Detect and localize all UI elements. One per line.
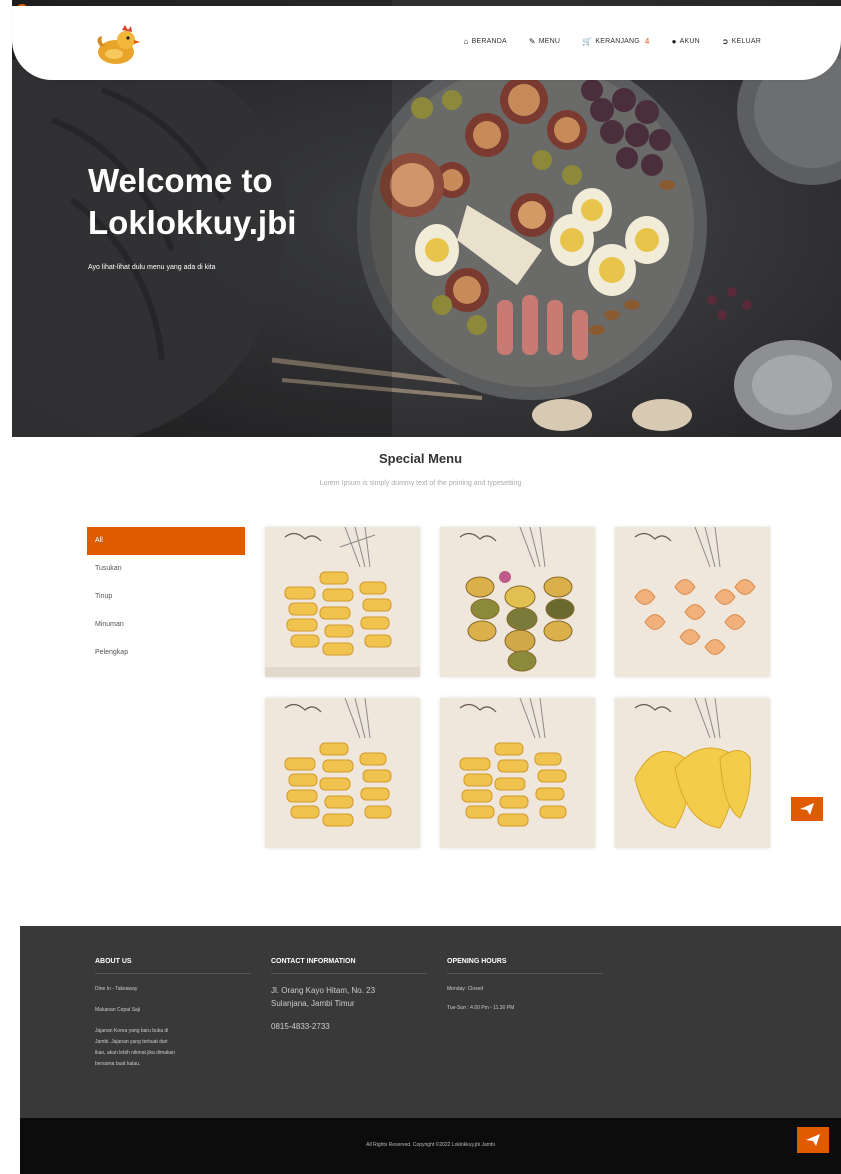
category-list: All Tusukan Tinup Minuman Pelengkap (87, 527, 245, 667)
cart-count-badge: 4 (644, 37, 650, 46)
category-all[interactable]: All (87, 527, 245, 555)
category-tinup[interactable]: Tinup (87, 583, 245, 611)
paper-plane-icon (800, 803, 814, 815)
nav-item-menu[interactable]: ✎ MENU (529, 37, 560, 46)
food-image (615, 527, 770, 677)
footer-contact-heading: CONTACT INFORMATION (271, 958, 427, 974)
footer: ABOUT US Dine In - Takeaway Makanan Cepa… (20, 926, 841, 1118)
hero-title-line1: Welcome to (88, 162, 273, 199)
footer-address: Jl. Orang Kayo Hitam, No. 23 (271, 986, 376, 995)
footer-about-line: bersama buat kalau. (95, 1061, 141, 1067)
pencil-icon: ✎ (528, 37, 536, 46)
footer-about: ABOUT US Dine In - Takeaway Makanan Cepa… (95, 958, 251, 1070)
footer-about-line: ikan, akan lebih nikmat jika dimakan (95, 1050, 176, 1056)
section-subtitle: Lorem Ipsum is simply dummy text of the … (319, 480, 522, 487)
footer-contact: CONTACT INFORMATION Jl. Orang Kayo Hitam… (271, 958, 427, 1033)
footer-hours-line: Monday: Closed (447, 986, 484, 992)
category-minuman[interactable]: Minuman (87, 611, 245, 639)
chicken-logo-icon[interactable] (92, 24, 142, 68)
menu-item-card[interactable] (615, 698, 770, 848)
food-image (265, 698, 420, 848)
send-message-button[interactable] (797, 1127, 829, 1153)
nav-label: BERANDA (471, 38, 507, 45)
menu-item-card[interactable] (265, 698, 420, 848)
user-icon: ● (671, 37, 677, 46)
menu-item-card[interactable] (265, 527, 420, 677)
copyright-text: All Rights Reserved. Copyright ©2022 Lok… (366, 1142, 495, 1148)
category-tusukan[interactable]: Tusukan (87, 555, 245, 583)
footer-hours-heading: OPENING HOURS (447, 958, 603, 974)
paper-plane-icon (806, 1134, 820, 1146)
footer-hours-line: Tue-Sun : 4.00 Pm - 11.30 PM (447, 1005, 515, 1011)
nav-item-akun[interactable]: ● AKUN (672, 37, 700, 46)
hero-title: Welcome to Loklokkuy.jbi (88, 160, 368, 244)
nav-label: KELUAR (731, 38, 761, 45)
nav-item-keranjang[interactable]: 🛒 KERANJANG 4 (582, 37, 649, 46)
section-title: Special Menu (378, 451, 463, 466)
menu-item-card[interactable] (440, 527, 595, 677)
footer-about-line: Dine In - Takeaway (95, 986, 138, 992)
footer-bottom-bar: All Rights Reserved. Copyright ©2022 Lok… (20, 1118, 841, 1174)
cart-icon: 🛒 (582, 37, 593, 46)
send-message-button[interactable] (791, 797, 823, 821)
food-image (265, 527, 420, 677)
footer-about-heading: ABOUT US (95, 958, 251, 974)
nav-item-beranda[interactable]: ⌂ BERANDA (464, 37, 507, 46)
home-icon: ⌂ (463, 37, 469, 46)
hero-title-line2: Loklokkuy.jbi (88, 204, 297, 241)
footer-about-line: Jajanan Korea yang baru buka di (95, 1028, 169, 1034)
nav-label: MENU (538, 38, 561, 45)
logout-icon: ➲ (721, 37, 729, 46)
category-pelengkap[interactable]: Pelengkap (87, 639, 245, 667)
nav-label: AKUN (679, 38, 700, 45)
food-image (440, 527, 595, 677)
footer-hours: OPENING HOURS Monday: Closed Tue-Sun : 4… (447, 958, 603, 1014)
menu-item-card[interactable] (615, 527, 770, 677)
footer-address: Sulanjana, Jambi Timur (271, 999, 355, 1008)
nav-item-keluar[interactable]: ➲ KELUAR (722, 37, 761, 46)
menu-item-card[interactable] (440, 698, 595, 848)
footer-about-line: Jambi. Jajanan yang terbuat dari (95, 1039, 168, 1045)
hero-subtitle: Ayo lihat-lihat dulu menu yang ada di ki… (88, 264, 216, 271)
footer-about-line: Makanan Cepat Saji (95, 1007, 141, 1013)
food-image (615, 698, 770, 848)
nav-label: KERANJANG (595, 38, 640, 45)
food-image (440, 698, 595, 848)
main-nav: ⌂ BERANDA ✎ MENU 🛒 KERANJANG 4 ● AKUN ➲ … (464, 37, 761, 46)
footer-phone: 0815-4833-2733 (271, 1022, 330, 1031)
menu-grid (265, 527, 775, 848)
navbar: ⌂ BERANDA ✎ MENU 🛒 KERANJANG 4 ● AKUN ➲ … (12, 6, 841, 80)
